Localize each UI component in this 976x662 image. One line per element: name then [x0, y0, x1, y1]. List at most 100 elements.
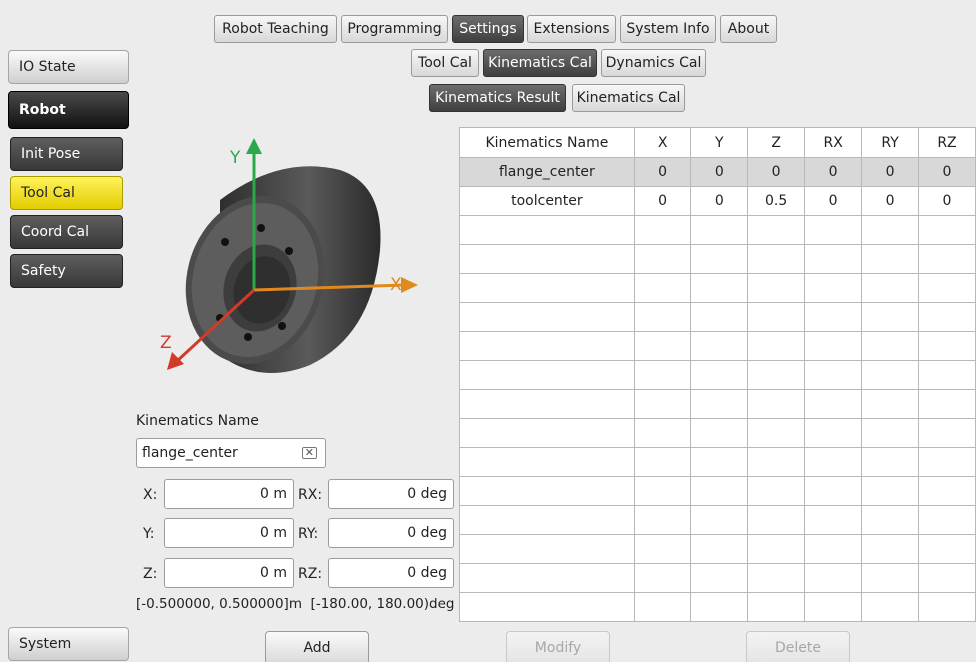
empty-table-row: [459, 302, 976, 332]
rx-field[interactable]: 0 deg: [328, 479, 454, 509]
tab-extensions[interactable]: Extensions: [527, 15, 616, 43]
empty-table-cell: [747, 273, 806, 303]
table-cell: 0: [690, 157, 749, 187]
empty-table-row: [459, 563, 976, 593]
empty-table-cell: [804, 331, 863, 361]
empty-table-cell: [747, 592, 806, 622]
y-field[interactable]: 0 m: [164, 518, 294, 548]
sidebar-item-coord-cal[interactable]: Coord Cal: [10, 215, 123, 249]
column-header-ry: RY: [861, 127, 919, 158]
empty-table-cell: [804, 215, 863, 245]
empty-table-cell: [459, 215, 635, 245]
empty-table-cell: [861, 418, 919, 448]
empty-table-cell: [459, 418, 635, 448]
ry-field[interactable]: 0 deg: [328, 518, 454, 548]
tab-robot-teaching[interactable]: Robot Teaching: [214, 15, 337, 43]
sidebar-io-state[interactable]: IO State: [8, 50, 129, 84]
modify-button[interactable]: Modify: [506, 631, 610, 662]
z-field[interactable]: 0 m: [164, 558, 294, 588]
rz-field[interactable]: 0 deg: [328, 558, 454, 588]
add-button[interactable]: Add: [265, 631, 369, 662]
table-cell: 0: [918, 157, 976, 187]
table-cell: 0: [861, 186, 919, 216]
empty-table-cell: [747, 302, 806, 332]
empty-table-cell: [459, 534, 635, 564]
empty-table-cell: [690, 447, 749, 477]
empty-table-row: [459, 505, 976, 535]
empty-table-cell: [918, 563, 976, 593]
rz-label: RZ:: [298, 566, 323, 582]
empty-table-row: [459, 592, 976, 622]
empty-table-cell: [918, 476, 976, 506]
sidebar-item-init-pose[interactable]: Init Pose: [10, 137, 123, 171]
tab-kinematics-result[interactable]: Kinematics Result: [429, 84, 566, 112]
sidebar-item-tool-cal[interactable]: Tool Cal: [10, 176, 123, 210]
z-axis-label: Z: [160, 333, 172, 353]
empty-table-row: [459, 273, 976, 303]
column-header-rz: RZ: [918, 127, 976, 158]
empty-table-cell: [804, 273, 863, 303]
table-cell: 0: [633, 186, 692, 216]
table-row[interactable]: toolcenter 0 0 0.5 0 0 0: [459, 186, 976, 216]
empty-table-cell: [804, 389, 863, 419]
column-header-z: Z: [747, 127, 806, 158]
empty-table-cell: [690, 273, 749, 303]
empty-table-cell: [861, 302, 919, 332]
tab-settings[interactable]: Settings: [452, 15, 524, 43]
table-header: Kinematics Name X Y Z RX RY RZ: [459, 127, 976, 158]
empty-table-cell: [918, 360, 976, 390]
empty-table-cell: [459, 360, 635, 390]
sidebar-robot[interactable]: Robot: [8, 91, 129, 129]
empty-table-cell: [918, 302, 976, 332]
empty-table-cell: [690, 505, 749, 535]
empty-table-cell: [804, 418, 863, 448]
table-cell: 0: [918, 186, 976, 216]
empty-table-cell: [690, 534, 749, 564]
tab-system-info[interactable]: System Info: [620, 15, 716, 43]
sidebar-system[interactable]: System: [8, 627, 129, 661]
empty-table-cell: [804, 534, 863, 564]
kinematics-name-input[interactable]: flange_center ✕: [136, 438, 326, 468]
x-field[interactable]: 0 m: [164, 479, 294, 509]
table-cell: toolcenter: [459, 186, 635, 216]
table-cell: flange_center: [459, 157, 635, 187]
ry-label: RY:: [298, 526, 319, 542]
empty-table-cell: [459, 244, 635, 274]
empty-table-cell: [633, 418, 692, 448]
empty-table-cell: [861, 534, 919, 564]
empty-table-cell: [633, 244, 692, 274]
empty-table-cell: [918, 331, 976, 361]
empty-table-cell: [747, 360, 806, 390]
tab-kinematics-cal-sub[interactable]: Kinematics Cal: [572, 84, 685, 112]
empty-table-cell: [633, 302, 692, 332]
y-axis-label: Y: [229, 148, 241, 168]
clear-text-icon[interactable]: ✕: [301, 447, 317, 459]
tab-dynamics-cal[interactable]: Dynamics Cal: [601, 49, 706, 77]
sidebar-item-safety[interactable]: Safety: [10, 254, 123, 288]
empty-table-cell: [690, 302, 749, 332]
empty-table-cell: [690, 215, 749, 245]
tab-about[interactable]: About: [720, 15, 777, 43]
table-row[interactable]: flange_center 0 0 0 0 0 0: [459, 157, 976, 187]
empty-table-cell: [804, 505, 863, 535]
empty-table-cell: [804, 592, 863, 622]
table-cell: 0: [747, 157, 806, 187]
tab-tool-cal[interactable]: Tool Cal: [411, 49, 479, 77]
table-cell: 0: [633, 157, 692, 187]
delete-button[interactable]: Delete: [746, 631, 850, 662]
empty-table-row: [459, 244, 976, 274]
z-label: Z:: [143, 566, 158, 582]
x-label: X:: [143, 487, 158, 503]
empty-table-cell: [918, 447, 976, 477]
tab-programming[interactable]: Programming: [341, 15, 448, 43]
empty-table-cell: [633, 331, 692, 361]
empty-table-row: [459, 331, 976, 361]
table-cell: 0: [804, 186, 863, 216]
empty-table-cell: [633, 447, 692, 477]
z-axis-arrow: [167, 352, 184, 370]
flange-diagram: Y X Z: [160, 138, 418, 373]
empty-table-cell: [918, 244, 976, 274]
tab-kinematics-cal[interactable]: Kinematics Cal: [483, 49, 597, 77]
empty-table-cell: [459, 331, 635, 361]
empty-table-cell: [747, 447, 806, 477]
